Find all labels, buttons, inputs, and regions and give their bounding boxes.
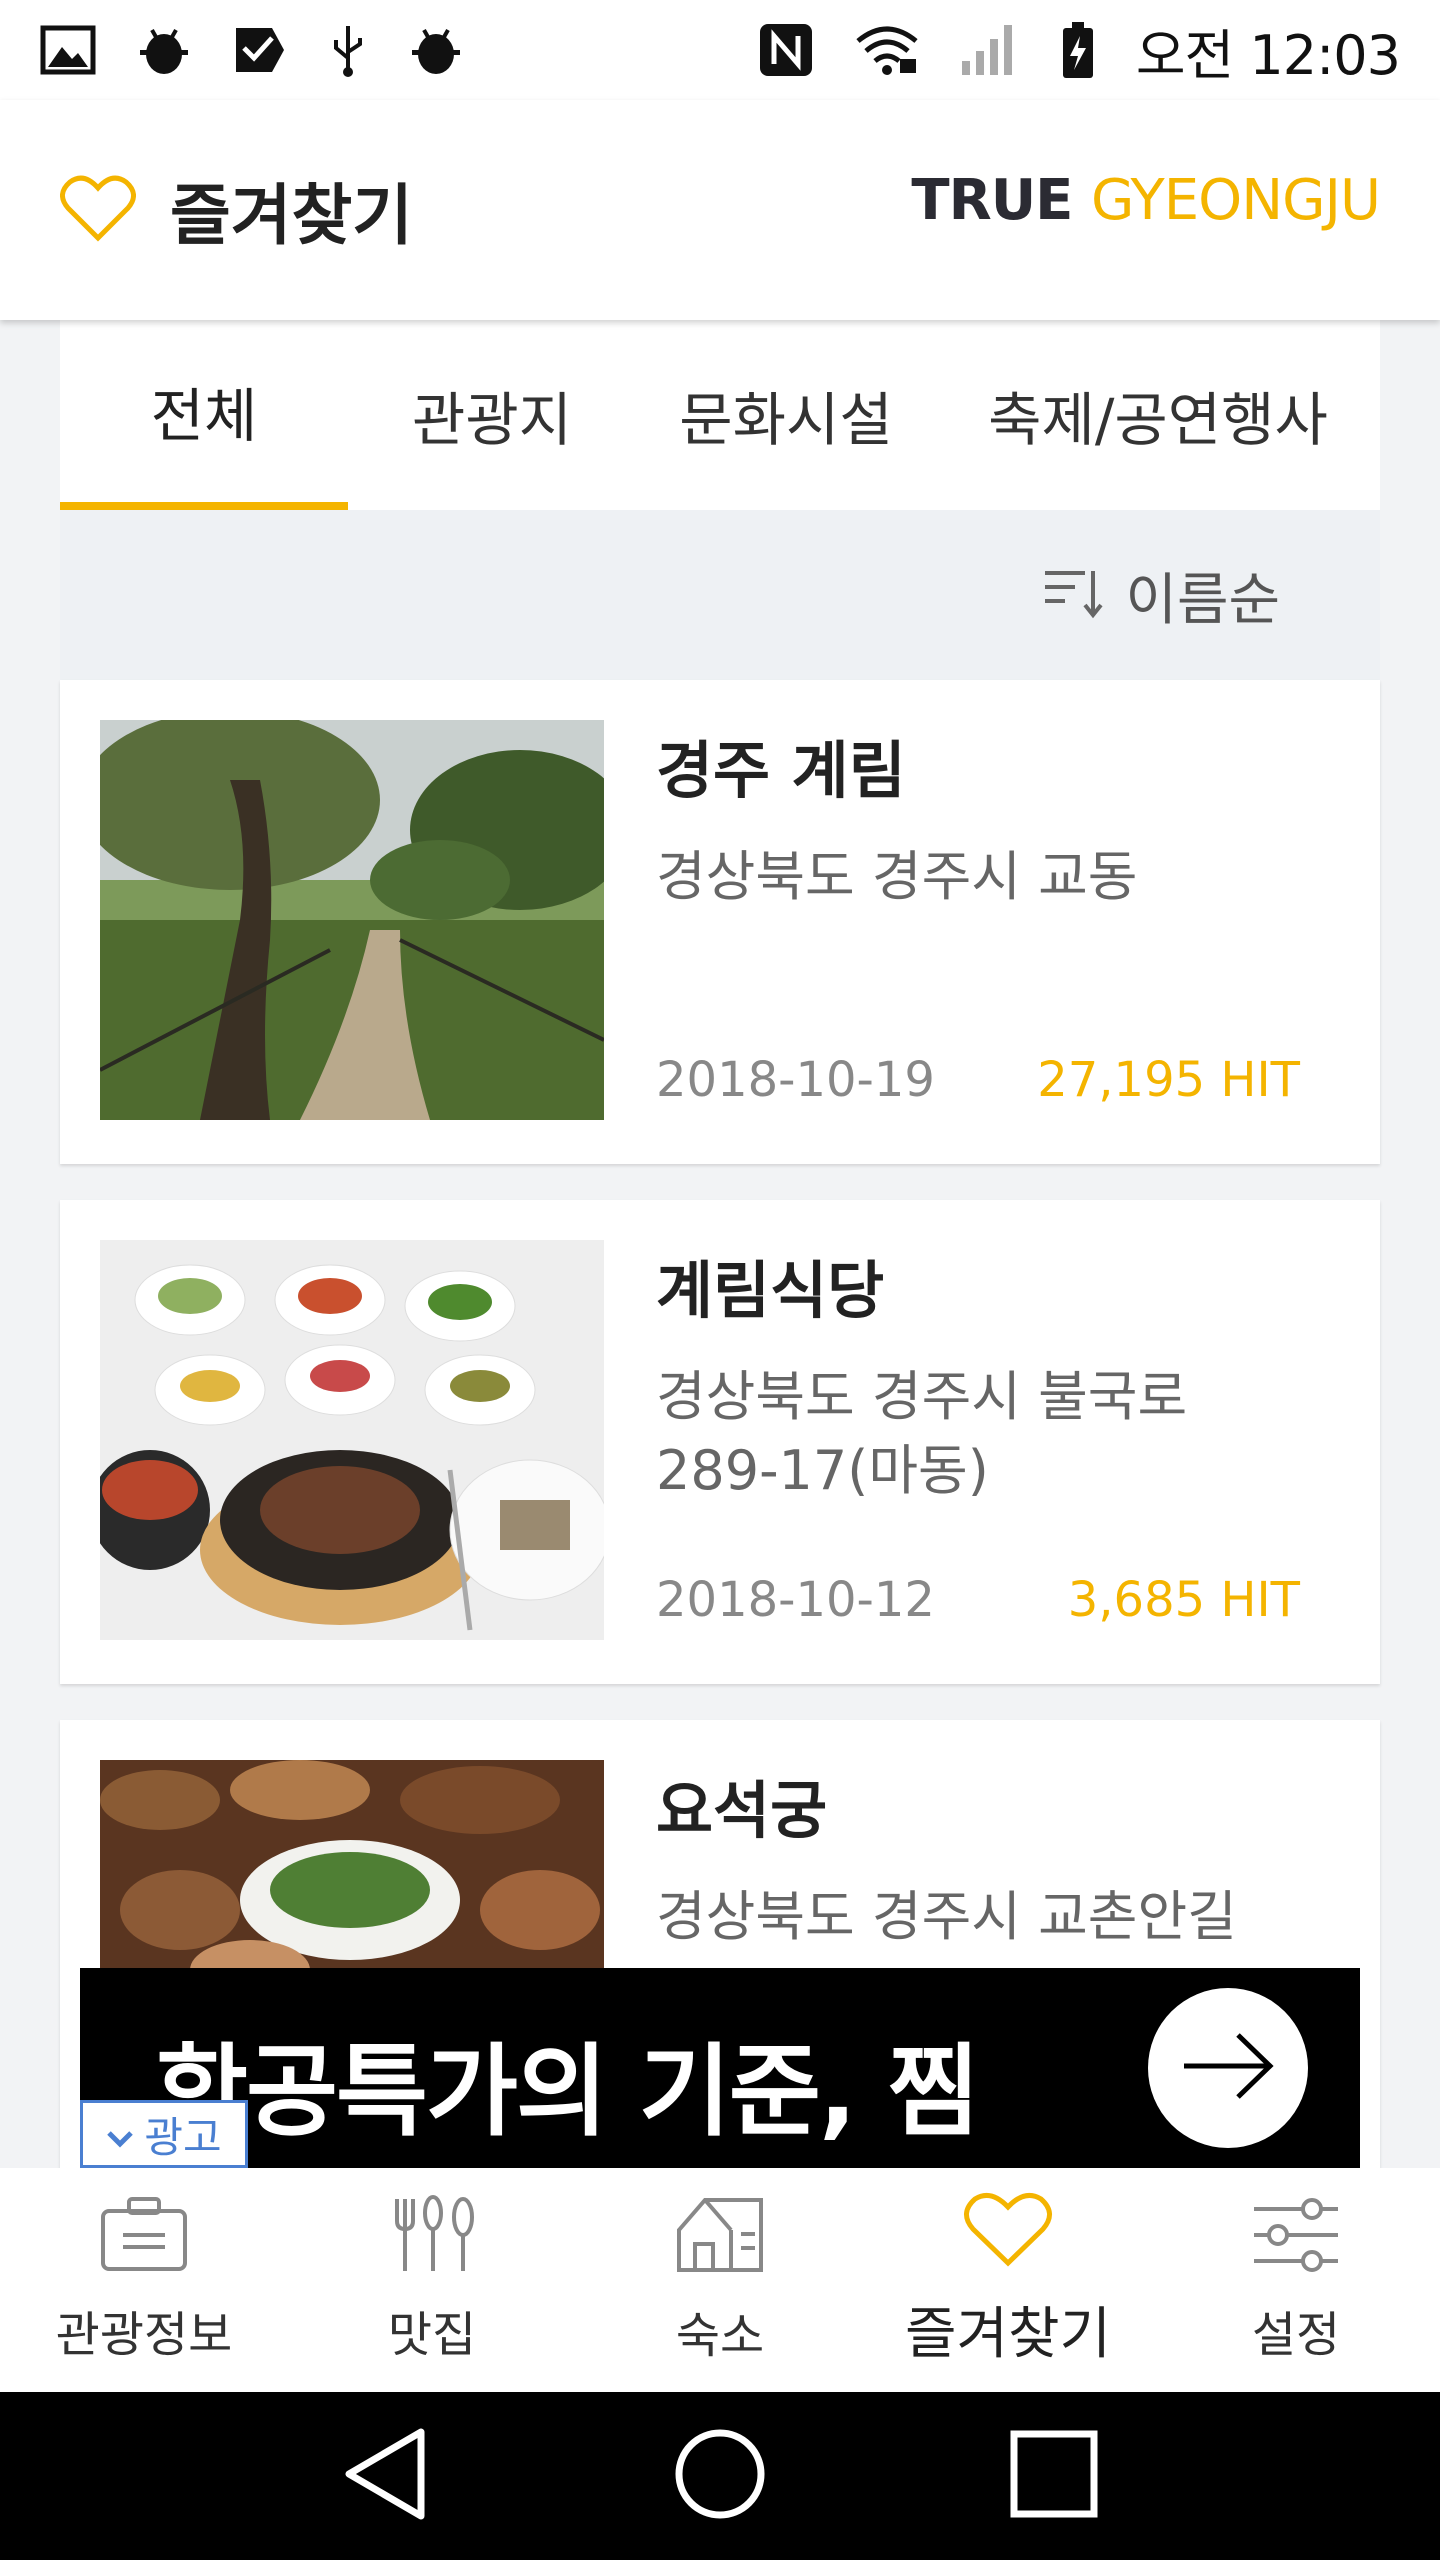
item-date: 2018-10-19 [656, 1052, 935, 1108]
nav-favorites[interactable]: 즐겨찾기 [864, 2168, 1152, 2392]
item-name: 요석궁 [656, 1774, 828, 1847]
nav-settings[interactable]: 설정 [1152, 2168, 1440, 2392]
tab-label: 문화시설 [679, 386, 893, 454]
system-nav-bar [0, 2392, 1440, 2560]
item-name: 계림식당 [656, 1254, 885, 1327]
wifi-icon [854, 23, 920, 77]
heart-icon [60, 174, 136, 246]
status-right-icons: 오전 12:03 [758, 11, 1401, 90]
category-tabs: 전체 관광지 문화시설 축제/공연행사 [60, 320, 1380, 510]
tab-tourist-spots[interactable]: 관광지 [348, 320, 636, 510]
nav-label: 숙소 [675, 2308, 765, 2364]
page-title: 즐겨찾기 [170, 177, 413, 254]
briefcase-icon [99, 2195, 189, 2277]
tab-festivals[interactable]: 축제/공연행사 [936, 320, 1380, 510]
tab-label: 관광지 [411, 386, 573, 454]
android-debug-icon [408, 24, 464, 76]
nav-label: 설정 [1251, 2307, 1341, 2363]
battery-icon [1060, 20, 1096, 80]
nav-accommodation[interactable]: 숙소 [576, 2168, 864, 2392]
tab-label: 전체 [150, 382, 258, 450]
brand-logo-true: TRUE [911, 168, 1091, 233]
ad-badge-label: 광고 [144, 2112, 222, 2162]
ad-text: 항공특가의 기준, 찜 [156, 2033, 980, 2150]
nav-label: 맛집 [387, 2307, 477, 2363]
brand-logo-place: GYEONGJU [1090, 168, 1381, 233]
heart-icon [963, 2191, 1053, 2271]
favorites-panel: 전체 관광지 문화시설 축제/공연행사 이름순 경주 계림 경상북도 경주시 교… [60, 320, 1380, 2204]
list-item[interactable]: 경주 계림 경상북도 경주시 교동 2018-10-19 27,195 HIT [60, 680, 1380, 1164]
sort-label[interactable]: 이름순 [1125, 555, 1280, 636]
sort-bar: 이름순 [60, 510, 1380, 680]
nfc-icon [758, 22, 814, 78]
task-check-icon [232, 24, 288, 76]
item-date: 2018-10-12 [656, 1572, 935, 1628]
house-icon [675, 2194, 765, 2278]
item-hits: 27,195 HIT [1037, 1052, 1300, 1108]
ad-badge[interactable]: 광고 [80, 2100, 248, 2168]
android-debug-icon [136, 24, 192, 76]
tab-cultural-facilities[interactable]: 문화시설 [636, 320, 936, 510]
item-address: 경상북도 경주시 교동 [656, 845, 1138, 908]
nav-restaurants[interactable]: 맛집 [288, 2168, 576, 2392]
item-name: 경주 계림 [656, 734, 906, 807]
item-hits: 3,685 HIT [1067, 1572, 1300, 1628]
list-item[interactable]: 계림식당 경상북도 경주시 불국로 289-17(마동) 2018-10-12 … [60, 1200, 1380, 1684]
home-button[interactable] [672, 2426, 768, 2526]
bottom-nav: 관광정보 맛집 숙소 즐겨찾기 설정 [0, 2168, 1440, 2392]
item-address: 경상북도 경주시 교촌안길 [656, 1885, 1237, 1948]
nav-label: 즐겨찾기 [904, 2301, 1112, 2367]
app-header: 즐겨찾기 TRUE GYEONGJU [0, 100, 1440, 320]
utensils-icon [387, 2195, 477, 2277]
status-left-icons [40, 22, 464, 78]
status-bar: 오전 12:03 [0, 0, 1440, 100]
nav-tourism-info[interactable]: 관광정보 [0, 2168, 288, 2392]
ad-banner[interactable]: 항공특가의 기준, 찜 [80, 1968, 1360, 2168]
tab-label: 축제/공연행사 [988, 386, 1328, 454]
back-button[interactable] [341, 2426, 431, 2526]
usb-icon [328, 22, 368, 78]
ad-arrow-button[interactable] [1148, 1988, 1308, 2148]
korean-set-meal-photo [100, 1240, 604, 1640]
sort-order-icon[interactable] [1041, 567, 1103, 623]
arrow-right-icon [1178, 2031, 1278, 2105]
status-time: 오전 12:03 [1135, 23, 1401, 87]
tab-all[interactable]: 전체 [60, 320, 348, 510]
brand-logo: TRUE GYEONGJU [911, 168, 1381, 233]
gallery-icon [40, 25, 96, 75]
chevron-down-icon [106, 2110, 134, 2159]
nav-label: 관광정보 [55, 2307, 233, 2363]
forest-path-photo [100, 720, 604, 1120]
recent-apps-button[interactable] [1009, 2429, 1099, 2523]
item-address: 경상북도 경주시 불국로 289-17(마동) [656, 1365, 1188, 1502]
signal-icon [960, 23, 1020, 77]
sliders-icon [1250, 2195, 1342, 2277]
